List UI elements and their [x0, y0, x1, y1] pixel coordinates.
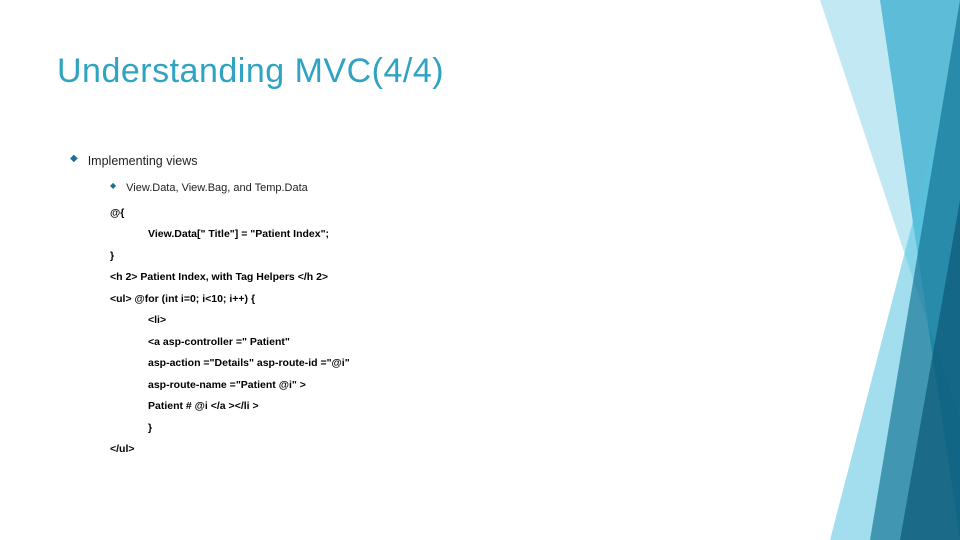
code-line: Patient # @i </a ></li >: [110, 396, 780, 418]
code-line: asp-action ="Details" asp-route-id ="@i": [110, 353, 780, 375]
code-line: View.Data[" Title"] = "Patient Index";: [110, 224, 780, 246]
code-line: <ul> @for (int i=0; i<10; i++) {: [110, 289, 780, 311]
code-line: asp-route-name ="Patient @i" >: [110, 375, 780, 397]
bullet-text: Implementing views: [88, 150, 198, 174]
slide: Understanding MVC(4/4) ◆ Implementing vi…: [0, 0, 960, 540]
bullet-text: View.Data, View.Bag, and Temp.Data: [126, 178, 308, 199]
code-line: <li>: [110, 310, 780, 332]
diamond-bullet-icon: ◆: [70, 150, 78, 168]
diamond-bullet-icon: ◆: [110, 178, 116, 194]
code-line: </ul>: [110, 439, 780, 461]
code-line: }: [110, 246, 780, 268]
code-line: <h 2> Patient Index, with Tag Helpers </…: [110, 267, 780, 289]
code-line: @{: [110, 203, 780, 225]
decorative-triangles: [760, 0, 960, 540]
code-line: }: [110, 418, 780, 440]
bullet-level-2: ◆ View.Data, View.Bag, and Temp.Data: [110, 178, 780, 199]
bullet-level-1: ◆ Implementing views: [70, 150, 780, 174]
slide-content: ◆ Implementing views ◆ View.Data, View.B…: [70, 150, 780, 461]
code-block: @{ View.Data[" Title"] = "Patient Index"…: [110, 203, 780, 461]
code-line: <a asp-controller =" Patient": [110, 332, 780, 354]
slide-title: Understanding MVC(4/4): [57, 52, 444, 91]
